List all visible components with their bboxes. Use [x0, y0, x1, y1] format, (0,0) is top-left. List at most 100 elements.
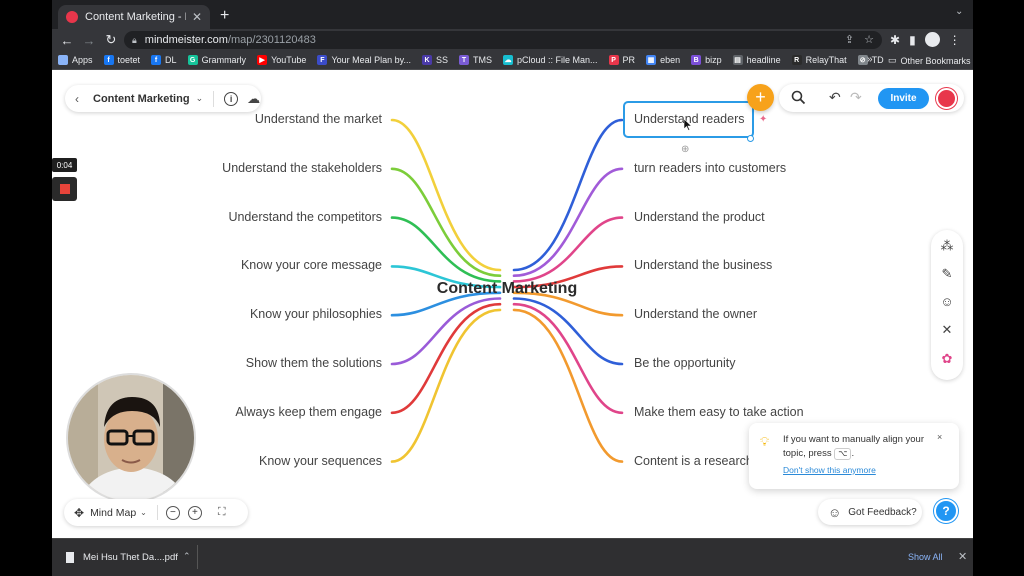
- feedback-smiley-icon: ☺: [828, 504, 842, 520]
- extensions-icon[interactable]: ✱: [890, 33, 900, 47]
- close-download-bar-icon[interactable]: ✕: [958, 550, 967, 563]
- dont-show-again-link[interactable]: Don't show this anymore: [783, 465, 876, 475]
- bookmark-item[interactable]: ▦ eben: [646, 55, 680, 65]
- topic-right[interactable]: Understand the business: [634, 258, 772, 272]
- bookmark-label: eben: [660, 55, 681, 65]
- bookmark-item[interactable]: G Grammarly: [187, 55, 246, 65]
- chrome-menu-icon[interactable]: ⋮: [949, 33, 961, 47]
- download-file-name[interactable]: Mei Hsu Thet Da....pdf: [83, 552, 178, 563]
- reload-icon[interactable]: ↻: [100, 32, 122, 48]
- bookmark-item[interactable]: f DL: [151, 55, 177, 65]
- bookmark-item[interactable]: Bbizp: [691, 55, 722, 65]
- chevron-up-icon[interactable]: ⌃: [183, 551, 191, 562]
- topic-left[interactable]: Understand the competitors: [228, 210, 382, 224]
- bookmark-item[interactable]: P PR: [608, 55, 635, 65]
- bookmark-item[interactable]: ☁ pCloud :: File Man...: [503, 55, 598, 65]
- branch-connector: [512, 308, 624, 463]
- theme-colors-icon[interactable]: ✿: [931, 351, 963, 367]
- back-arrow-icon[interactable]: ←: [56, 33, 78, 48]
- tab-content-marketing[interactable]: Content Marketing - MindMeist ✕: [58, 5, 210, 29]
- topic-right[interactable]: Understand the product: [634, 210, 765, 224]
- back-chevron-icon[interactable]: ‹: [75, 92, 79, 106]
- toolbar-right: ✱ ▮ ⋮: [890, 32, 961, 47]
- bookmark-item[interactable]: F Your Meal Plan by...: [317, 55, 411, 65]
- zoom-in-button[interactable]: +: [187, 505, 202, 520]
- view-mode-label[interactable]: Mind Map: [90, 507, 136, 519]
- topic-left[interactable]: Understand the market: [255, 112, 382, 126]
- topic-right[interactable]: Make them easy to take action: [634, 405, 804, 419]
- divider: [156, 505, 158, 520]
- bookmark-item[interactable]: T TMS: [459, 55, 492, 65]
- add-topic-button[interactable]: +: [747, 84, 774, 111]
- layout-icon[interactable]: ⁂: [931, 238, 963, 254]
- new-tab-button[interactable]: +: [220, 7, 229, 25]
- webcam-overlay: [66, 373, 196, 503]
- topic-left[interactable]: Know your philosophies: [250, 307, 382, 321]
- topic-right[interactable]: Understand the owner: [634, 307, 757, 321]
- bookmark-label: TMS: [473, 55, 492, 65]
- bookmark-favicon-icon: F: [317, 55, 328, 65]
- zoom-out-button[interactable]: −: [165, 505, 180, 520]
- central-topic[interactable]: Content Marketing: [424, 280, 590, 298]
- bookmark-item[interactable]: K SS: [421, 55, 448, 65]
- search-icon[interactable]: [791, 90, 806, 105]
- style-paint-icon[interactable]: ✎: [931, 266, 963, 282]
- side-panel-icon[interactable]: ▮: [909, 33, 916, 47]
- cloud-sync-icon[interactable]: ☁: [247, 91, 260, 107]
- recording-timer: 0:04: [52, 158, 77, 172]
- topic-left[interactable]: Understand the stakeholders: [222, 161, 382, 175]
- other-bookmarks-folder[interactable]: ▭ Other Bookmarks: [888, 55, 971, 66]
- info-icon[interactable]: i: [224, 91, 239, 106]
- bookmark-favicon-icon: T: [459, 55, 469, 65]
- profile-avatar[interactable]: [924, 32, 940, 47]
- document-title[interactable]: Content Marketing: [93, 93, 190, 105]
- bookmark-item[interactable]: ▤ headline: [732, 55, 781, 65]
- topic-left[interactable]: Know your sequences: [259, 454, 382, 468]
- tab-search-icon[interactable]: ⌄: [955, 6, 963, 17]
- share-icon[interactable]: ⇪: [845, 33, 854, 46]
- bookmark-label: toetet: [117, 55, 141, 65]
- tab-close-icon[interactable]: ✕: [192, 10, 202, 24]
- close-icon[interactable]: ×: [937, 432, 942, 442]
- fit-to-screen-icon[interactable]: ⛶: [218, 506, 226, 519]
- stop-recording-button[interactable]: [52, 177, 77, 201]
- chevron-down-icon[interactable]: ⌄: [196, 93, 204, 104]
- invite-button[interactable]: Invite: [878, 88, 929, 109]
- sparkle-icon[interactable]: ✦: [759, 114, 767, 125]
- bookmark-item[interactable]: Apps: [58, 55, 93, 65]
- connect-nodes-icon[interactable]: ✕: [931, 322, 963, 338]
- branch-connector: [512, 118, 624, 272]
- topic-right[interactable]: Content is a research: [634, 454, 753, 468]
- option-key-icon: ⌥: [834, 448, 852, 460]
- show-all-downloads-button[interactable]: Show All: [908, 552, 943, 562]
- bookmark-item[interactable]: ▶ YouTube: [257, 55, 306, 65]
- bookmark-item[interactable]: f toetet: [103, 55, 141, 65]
- more-bookmarks-icon[interactable]: »: [867, 54, 873, 65]
- selection-handle[interactable]: [747, 135, 754, 142]
- bookmark-star-icon[interactable]: ☆: [864, 33, 874, 46]
- bookmark-item[interactable]: R RelayThat: [791, 55, 847, 65]
- topic-right[interactable]: turn readers into customers: [634, 161, 786, 175]
- feedback-button[interactable]: ☺ Got Feedback?: [818, 499, 922, 525]
- topic-right[interactable]: Be the opportunity: [634, 356, 735, 370]
- topic-left[interactable]: Know your core message: [241, 258, 382, 272]
- bookmark-favicon-icon: [58, 55, 68, 65]
- forward-arrow-icon[interactable]: →: [78, 33, 100, 48]
- bookmark-label: Your Meal Plan by...: [331, 55, 411, 65]
- user-avatar[interactable]: [936, 88, 957, 109]
- topic-left[interactable]: Always keep them engage: [235, 405, 382, 419]
- help-button[interactable]: ?: [934, 499, 958, 523]
- add-sibling-icon[interactable]: ⊕: [681, 144, 689, 155]
- undo-icon[interactable]: ↶: [829, 89, 841, 106]
- emoji-icon[interactable]: ☺: [931, 294, 963, 309]
- topic-left[interactable]: Show them the solutions: [246, 356, 382, 370]
- address-bar[interactable]: 🔒︎ mindmeister.com /map/2301120483 ⇪ ☆: [124, 31, 882, 49]
- redo-icon[interactable]: ↷: [850, 89, 862, 106]
- mindmap-view-icon[interactable]: ✥: [74, 506, 84, 520]
- bookmark-label: RelayThat: [805, 55, 847, 65]
- tip-text-end: .: [851, 448, 855, 459]
- chevron-down-icon[interactable]: ⌄: [140, 508, 147, 517]
- stop-icon: [59, 184, 70, 194]
- top-right-bar: ↶ ↷ Invite: [779, 84, 964, 112]
- mindmap-canvas[interactable]: Content Marketing Understand the market U…: [52, 70, 973, 538]
